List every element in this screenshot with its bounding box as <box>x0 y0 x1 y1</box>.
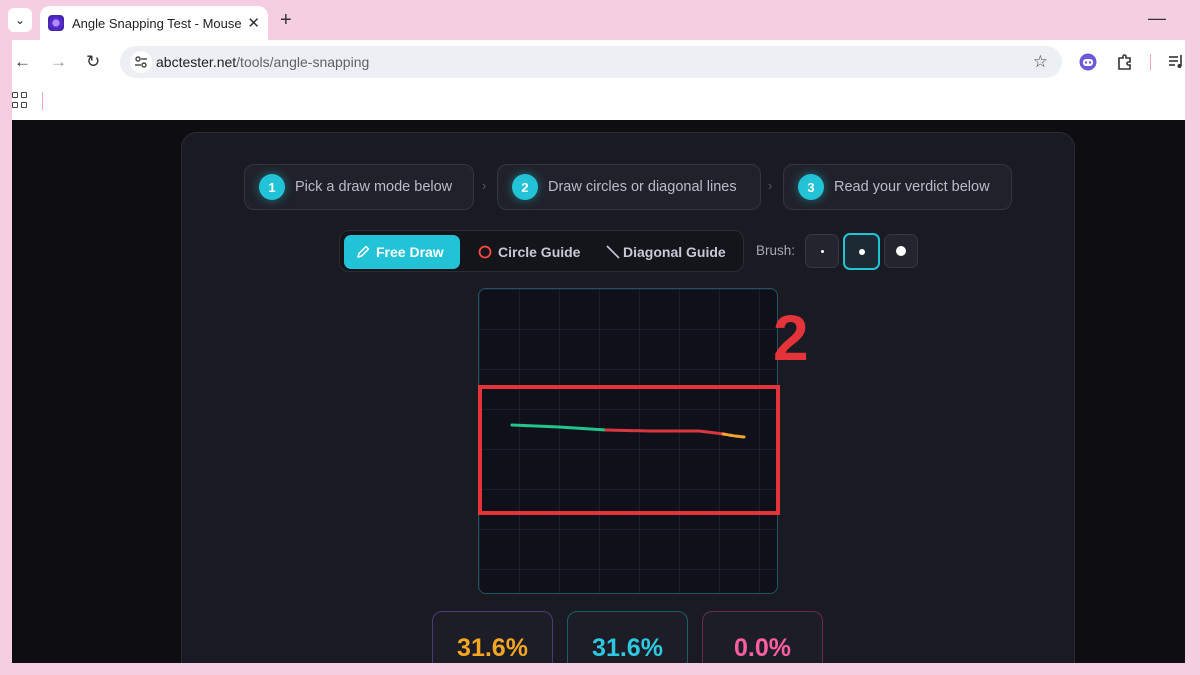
minimize-icon: — <box>1148 8 1166 28</box>
minimize-button[interactable]: — <box>1148 8 1166 29</box>
close-icon[interactable]: ✕ <box>247 14 260 32</box>
reload-button[interactable]: ↻ <box>86 52 100 72</box>
arrow-left-icon: ← <box>14 52 31 71</box>
extension-robot-icon[interactable] <box>1079 53 1097 71</box>
brush-small-button[interactable] <box>805 234 839 268</box>
url-text: abctester.net/tools/angle-snapping <box>156 54 369 70</box>
pencil-icon <box>356 245 370 259</box>
annotation-number: 2 <box>773 302 809 374</box>
free-draw-button[interactable]: Free Draw <box>344 235 460 269</box>
brush-dot-medium-icon <box>858 248 865 255</box>
extensions-puzzle-icon[interactable] <box>1116 53 1134 71</box>
step-number: 2 <box>512 174 538 200</box>
address-bar[interactable]: abctester.net/tools/angle-snapping ☆ <box>120 46 1062 78</box>
free-draw-label: Free Draw <box>376 244 444 260</box>
stat-card-3: 0.0% <box>702 611 823 663</box>
circle-icon <box>478 245 492 259</box>
circle-guide-label: Circle Guide <box>498 244 581 260</box>
stat-value: 31.6% <box>592 634 663 662</box>
brush-label: Brush: <box>756 243 796 258</box>
step-number: 1 <box>259 174 285 200</box>
new-tab-button[interactable]: + <box>280 9 292 32</box>
tab-strip: ⌄ Angle Snapping Test - Mouse P ✕ + — <box>0 0 1200 40</box>
site-settings-button[interactable] <box>130 51 152 73</box>
step-label: Pick a draw mode below <box>295 179 453 195</box>
media-controls-icon[interactable] <box>1168 53 1184 71</box>
site-favicon-icon <box>48 15 64 31</box>
toolbar-divider <box>1150 54 1151 70</box>
chevron-down-icon: ⌄ <box>14 13 26 27</box>
reload-icon: ↻ <box>86 52 101 71</box>
brush-medium-button[interactable] <box>843 233 880 270</box>
draw-mode-selector: Free Draw Circle Guide Diagonal Guide <box>339 230 744 272</box>
back-button[interactable]: ← <box>14 52 31 72</box>
stat-card-1: 31.6% <box>432 611 553 663</box>
circle-guide-button[interactable]: Circle Guide <box>466 235 592 269</box>
brush-dot-large-icon <box>896 246 906 256</box>
diagonal-guide-label: Diagonal Guide <box>623 244 726 260</box>
tune-icon <box>135 56 147 68</box>
annotation-highlight-box <box>478 385 780 515</box>
stat-value: 0.0% <box>734 634 791 662</box>
chevron-right-icon: › <box>482 178 487 193</box>
diagonal-line-icon <box>606 245 620 259</box>
forward-button[interactable]: → <box>50 52 67 72</box>
tab-search-button[interactable]: ⌄ <box>8 8 32 32</box>
bookmarks-bar <box>12 84 1185 120</box>
brush-dot-small-icon <box>820 249 824 253</box>
plus-icon: + <box>280 9 292 31</box>
apps-grid-icon[interactable] <box>12 92 28 108</box>
tab-title: Angle Snapping Test - Mouse P <box>72 15 242 31</box>
step-label: Draw circles or diagonal lines <box>548 179 737 195</box>
browser-toolbar: ← → ↻ abctester.net/tools/angle-snapping… <box>12 40 1185 84</box>
bookmarks-divider <box>42 92 43 110</box>
step-3: 3 Read your verdict below <box>783 164 1012 210</box>
stat-card-2: 31.6% <box>567 611 688 663</box>
url-domain: abctester.net <box>156 54 237 70</box>
url-path: /tools/angle-snapping <box>236 54 370 70</box>
browser-tab[interactable]: Angle Snapping Test - Mouse P ✕ <box>40 6 268 40</box>
step-2: 2 Draw circles or diagonal lines <box>497 164 761 210</box>
stat-value: 31.6% <box>457 634 528 662</box>
brush-large-button[interactable] <box>884 234 918 268</box>
diagonal-guide-button[interactable]: Diagonal Guide <box>594 235 738 269</box>
bookmark-star-icon[interactable]: ☆ <box>1033 52 1048 72</box>
chevron-right-icon: › <box>768 178 773 193</box>
step-number: 3 <box>798 174 824 200</box>
arrow-right-icon: → <box>50 52 67 71</box>
step-1: 1 Pick a draw mode below <box>244 164 474 210</box>
step-label: Read your verdict below <box>834 179 990 195</box>
